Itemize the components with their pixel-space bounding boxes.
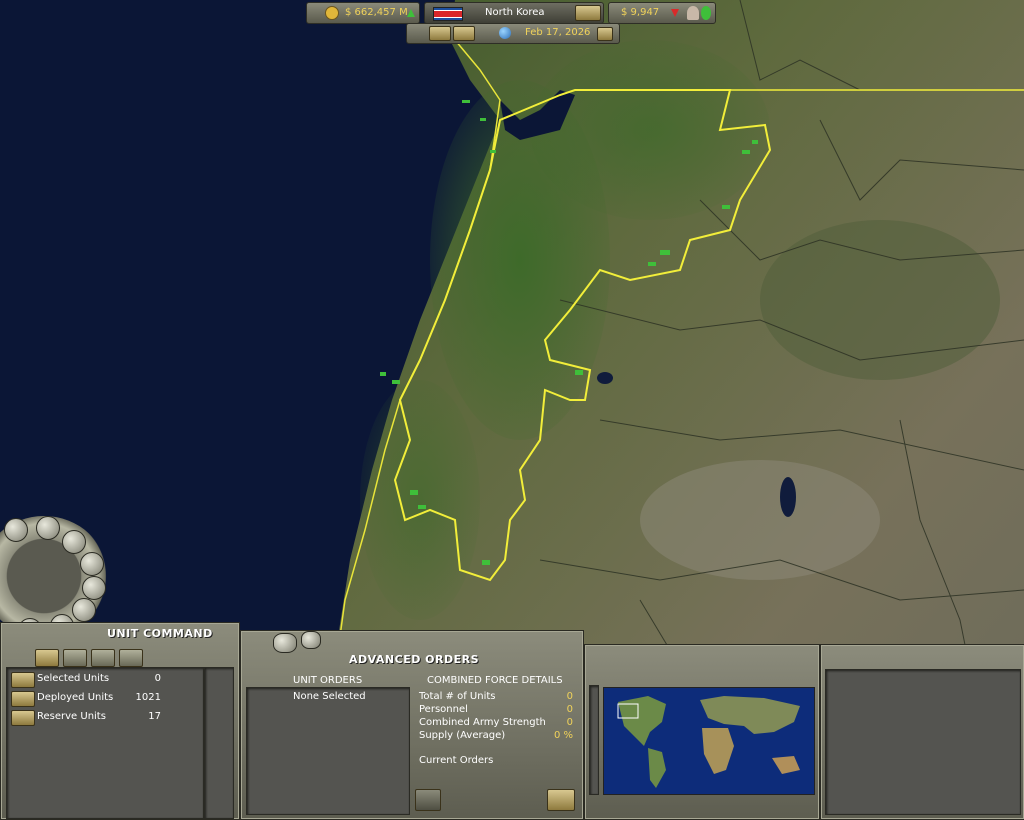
cash-panel: $ 9,947 [608, 2, 716, 24]
tank-icon[interactable] [273, 633, 297, 653]
unit-row-selected[interactable]: Selected Units 0 [11, 671, 171, 688]
country-panel[interactable]: North Korea [424, 2, 604, 24]
top-status-bar: $ 662,457 M North Korea $ 9,947 Feb 17, … [306, 0, 716, 44]
convoy-icon[interactable] [301, 631, 321, 649]
reserve-units-icon [11, 710, 35, 726]
diplomacy-icon[interactable] [72, 598, 96, 622]
selected-units-icon [11, 672, 35, 688]
advisor-icon[interactable] [687, 6, 699, 20]
detail-label-supply: Supply (Average) [419, 730, 506, 741]
cash-icon[interactable] [701, 6, 711, 20]
globe-menu-icon[interactable] [36, 516, 60, 540]
tank-filter-icon[interactable] [63, 649, 87, 667]
cash-value: $ 9,947 [621, 7, 660, 18]
advanced-orders-panel: ADVANCED ORDERS UNIT ORDERS None Selecte… [240, 630, 584, 820]
detail-value-personnel: 0 [566, 704, 573, 715]
detail-value-strength: 0 [566, 717, 573, 728]
unit-row-deployed[interactable]: Deployed Units 1021 [11, 690, 171, 707]
deployed-units-icon [11, 691, 35, 707]
detail-label-units: Total # of Units [419, 691, 496, 702]
order-action-icon-left[interactable] [415, 789, 441, 811]
deployed-units-value: 1021 [135, 692, 161, 703]
combined-force-header: COMBINED FORCE DETAILS [427, 675, 563, 686]
ship-filter-icon[interactable] [91, 649, 115, 667]
current-orders-label: Current Orders [419, 755, 494, 766]
date-options-button[interactable] [597, 27, 613, 41]
research-icon[interactable] [62, 530, 86, 554]
detail-label-strength: Combined Army Strength [419, 717, 546, 728]
detail-value-supply: 0 % [553, 730, 573, 741]
radial-menu [0, 506, 110, 642]
order-action-icon-right[interactable] [547, 789, 575, 811]
treasury-icon [325, 6, 339, 20]
growth-arrow-icon [407, 9, 415, 17]
unit-filter-tabs [35, 649, 149, 667]
unit-orders-value: None Selected [293, 691, 366, 702]
unit-orders-list[interactable] [246, 687, 410, 815]
game-date: Feb 17, 2026 [525, 27, 591, 38]
decline-arrow-icon [671, 9, 679, 17]
rank-filter-icon[interactable] [35, 649, 59, 667]
selected-units-label: Selected Units [37, 673, 110, 684]
minimap[interactable] [603, 687, 815, 795]
globe-icon [499, 27, 511, 39]
treasury-value: $ 662,457 M [345, 7, 408, 18]
unit-row-reserve[interactable]: Reserve Units 17 [11, 709, 171, 726]
minimap-panel [584, 644, 820, 820]
unit-command-title: UNIT COMMAND [107, 627, 213, 640]
selected-units-value: 0 [154, 673, 161, 684]
time-panel: Feb 17, 2026 [406, 23, 620, 44]
treasury-panel: $ 662,457 M [306, 2, 420, 24]
play-icon[interactable] [453, 26, 475, 41]
advanced-orders-title: ADVANCED ORDERS [349, 653, 480, 666]
aircraft-filter-icon[interactable] [119, 649, 143, 667]
detail-label-personnel: Personnel [419, 704, 468, 715]
reserve-units-value: 17 [148, 711, 161, 722]
intel-icon[interactable] [80, 552, 104, 576]
info-panel-well [825, 669, 1021, 815]
country-name: North Korea [485, 7, 545, 18]
detail-value-units: 0 [566, 691, 573, 702]
cabinet-icon[interactable] [575, 5, 601, 21]
trade-icon[interactable] [82, 576, 106, 600]
flag-icon [433, 7, 463, 21]
reserve-units-label: Reserve Units [37, 711, 106, 722]
pause-icon[interactable] [429, 26, 451, 41]
minimap-scrollbar[interactable] [589, 685, 599, 795]
deployed-units-label: Deployed Units [37, 692, 114, 703]
unit-orders-header: UNIT ORDERS [293, 675, 363, 686]
army-icon[interactable] [4, 518, 28, 542]
unit-list-scrollbar[interactable] [204, 667, 234, 819]
unit-command-panel: UNIT COMMAND Selected Units 0 Deployed U… [0, 622, 240, 820]
info-panel [820, 644, 1024, 820]
